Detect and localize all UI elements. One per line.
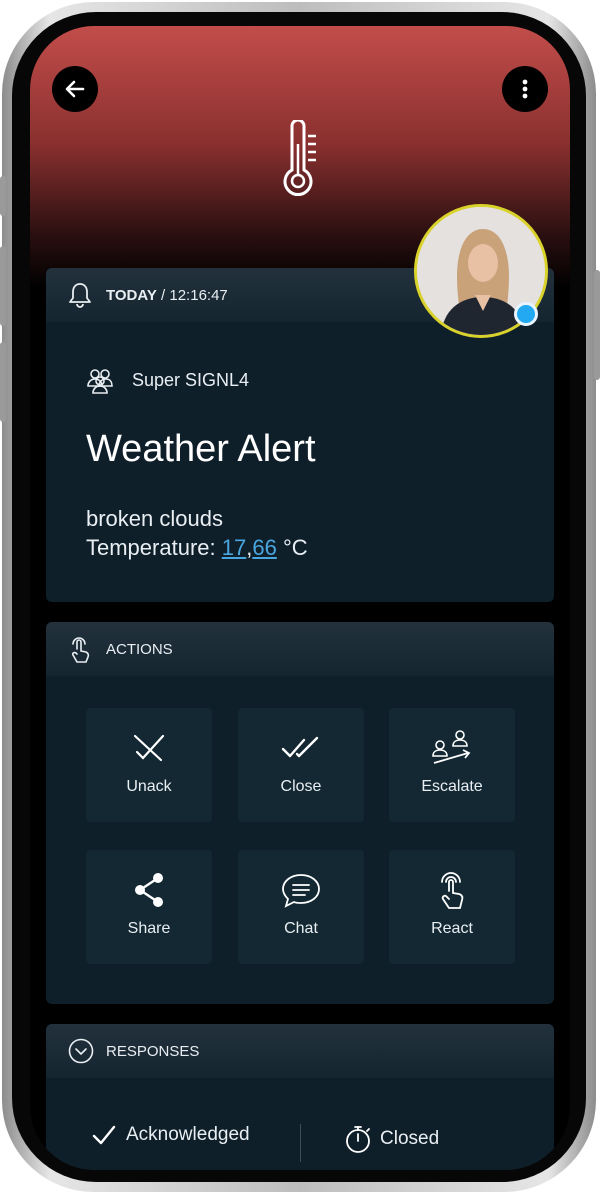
- escalate-button[interactable]: Escalate: [389, 708, 515, 822]
- acknowledged-label: Acknowledged: [126, 1124, 250, 1145]
- online-status-dot: [514, 302, 538, 326]
- response-divider: [300, 1124, 301, 1162]
- responses-title: RESPONSES: [106, 1042, 200, 1060]
- react-label: React: [431, 920, 473, 937]
- response-acknowledged: Acknowledged: [92, 1124, 250, 1146]
- temperature-integer-link[interactable]: 17: [222, 535, 246, 560]
- alert-description: broken clouds Temperature: 17,66 °C: [86, 504, 308, 562]
- actions-title: ACTIONS: [106, 640, 173, 658]
- team-icon: [87, 369, 113, 394]
- responses-header[interactable]: RESPONSES: [46, 1024, 554, 1078]
- touch-icon: [71, 637, 90, 663]
- group-name: Super SIGNL4: [132, 369, 250, 390]
- power-button: [594, 270, 600, 380]
- back-button[interactable]: [52, 66, 98, 112]
- alert-title: Weather Alert: [86, 428, 316, 470]
- response-closed: Closed: [344, 1124, 439, 1154]
- alert-temperature: Temperature: 17,66 °C: [86, 533, 308, 562]
- escalate-label: Escalate: [421, 778, 483, 795]
- chat-icon: [282, 874, 320, 908]
- check-icon: [92, 1125, 116, 1145]
- close-label: Close: [280, 778, 322, 795]
- time-label: TODAY: [106, 286, 157, 304]
- react-button[interactable]: React: [389, 850, 515, 964]
- temperature-decimal-link[interactable]: 66: [252, 535, 276, 560]
- arrow-left-icon: [65, 80, 85, 98]
- touch-icon: [441, 872, 464, 909]
- alert-condition: broken clouds: [86, 506, 223, 531]
- double-check-icon: [281, 736, 319, 758]
- unack-label: Unack: [126, 778, 172, 795]
- escalate-icon: [432, 730, 471, 764]
- volume-down-button: [0, 342, 6, 422]
- chat-button[interactable]: Chat: [238, 850, 364, 964]
- chat-label: Chat: [284, 920, 318, 937]
- share-label: Share: [127, 920, 171, 937]
- alert-time: 12:16:47: [169, 286, 228, 304]
- more-menu-button[interactable]: [502, 66, 548, 112]
- volume-up-button: [0, 246, 6, 326]
- more-vertical-icon: [522, 79, 528, 99]
- temperature-prefix: Temperature:: [86, 535, 222, 560]
- chevron-down-circle-icon: [68, 1038, 94, 1064]
- share-icon: [135, 873, 163, 907]
- closed-label: Closed: [380, 1128, 440, 1149]
- side-button: [0, 176, 6, 216]
- share-button[interactable]: Share: [86, 850, 212, 964]
- actions-card: ACTIONS Unack Close Escalate Share Chat …: [46, 622, 554, 1004]
- unack-icon: [133, 734, 165, 762]
- alert-group: Super SIGNL4: [86, 366, 249, 394]
- close-button[interactable]: Close: [238, 708, 364, 822]
- temperature-unit: °C: [276, 535, 308, 560]
- unack-button[interactable]: Unack: [86, 708, 212, 822]
- actions-header: ACTIONS: [46, 622, 554, 676]
- time-separator: /: [156, 286, 170, 304]
- app-screen: TODAY / 12:16:47 Super SIGNL4 Weather Al…: [30, 26, 570, 1170]
- stopwatch-icon: [346, 1126, 370, 1153]
- thermometer-icon: [283, 120, 316, 197]
- bell-icon: [69, 283, 91, 308]
